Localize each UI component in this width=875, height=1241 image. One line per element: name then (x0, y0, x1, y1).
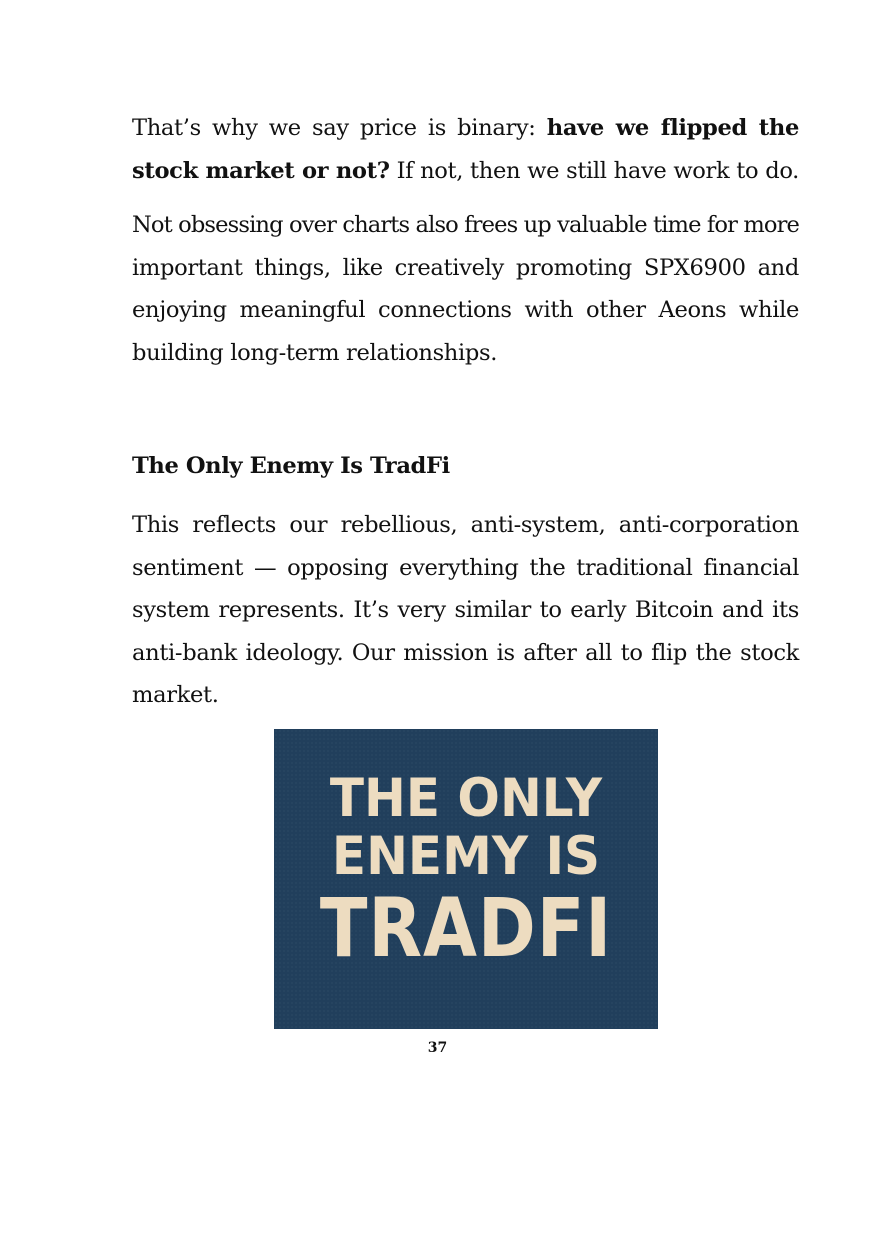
paragraph-line: Not obsessing over charts also frees up … (132, 212, 800, 238)
text-run: That’s why we say price is binary: (132, 115, 547, 141)
paragraph-line: anti-bank ideology. Our mission is after… (132, 639, 799, 666)
text-run: If not, then we still have work to do. (389, 157, 800, 184)
paragraph-line: stock market or not? If not, then we sti… (132, 150, 799, 193)
document-page: That’s why we say price is binary: have … (0, 0, 875, 1241)
page-number: 37 (427, 1040, 448, 1056)
bold-text-run: stock market or not? (132, 157, 390, 184)
tradfi-poster-image: THE ONLY ENEMY IS TRADFI (274, 729, 658, 1029)
paragraph-line: enjoying meaningful connections with oth… (132, 297, 799, 323)
paragraph-line: This reflects our rebellious, anti-syste… (132, 512, 799, 538)
paragraph-not-obsessing: Not obsessing over charts also frees up … (132, 204, 800, 374)
poster-text-line-large: TRADFI (319, 880, 613, 976)
section-heading: The Only Enemy Is TradFi (132, 453, 450, 479)
poster-text-line: THE ONLY (329, 767, 603, 829)
paragraph-line: sentiment — opposing everything the trad… (132, 554, 799, 581)
poster-text-line: ENEMY IS (331, 825, 601, 887)
paragraph-price-binary: That’s why we say price is binary: have … (132, 107, 799, 192)
bold-text-run: have we flipped the (546, 115, 800, 141)
paragraph-only-enemy: This reflects our rebellious, anti-syste… (132, 504, 799, 717)
paragraph-line: market. (132, 682, 219, 708)
paragraph-line: system represents. It’s very similar to … (132, 597, 799, 623)
paragraph-line: important things, like creatively promot… (132, 254, 799, 281)
paragraph-line: That’s why we say price is binary: have … (132, 107, 799, 150)
paragraph-line: building long-term relationships. (132, 339, 498, 366)
